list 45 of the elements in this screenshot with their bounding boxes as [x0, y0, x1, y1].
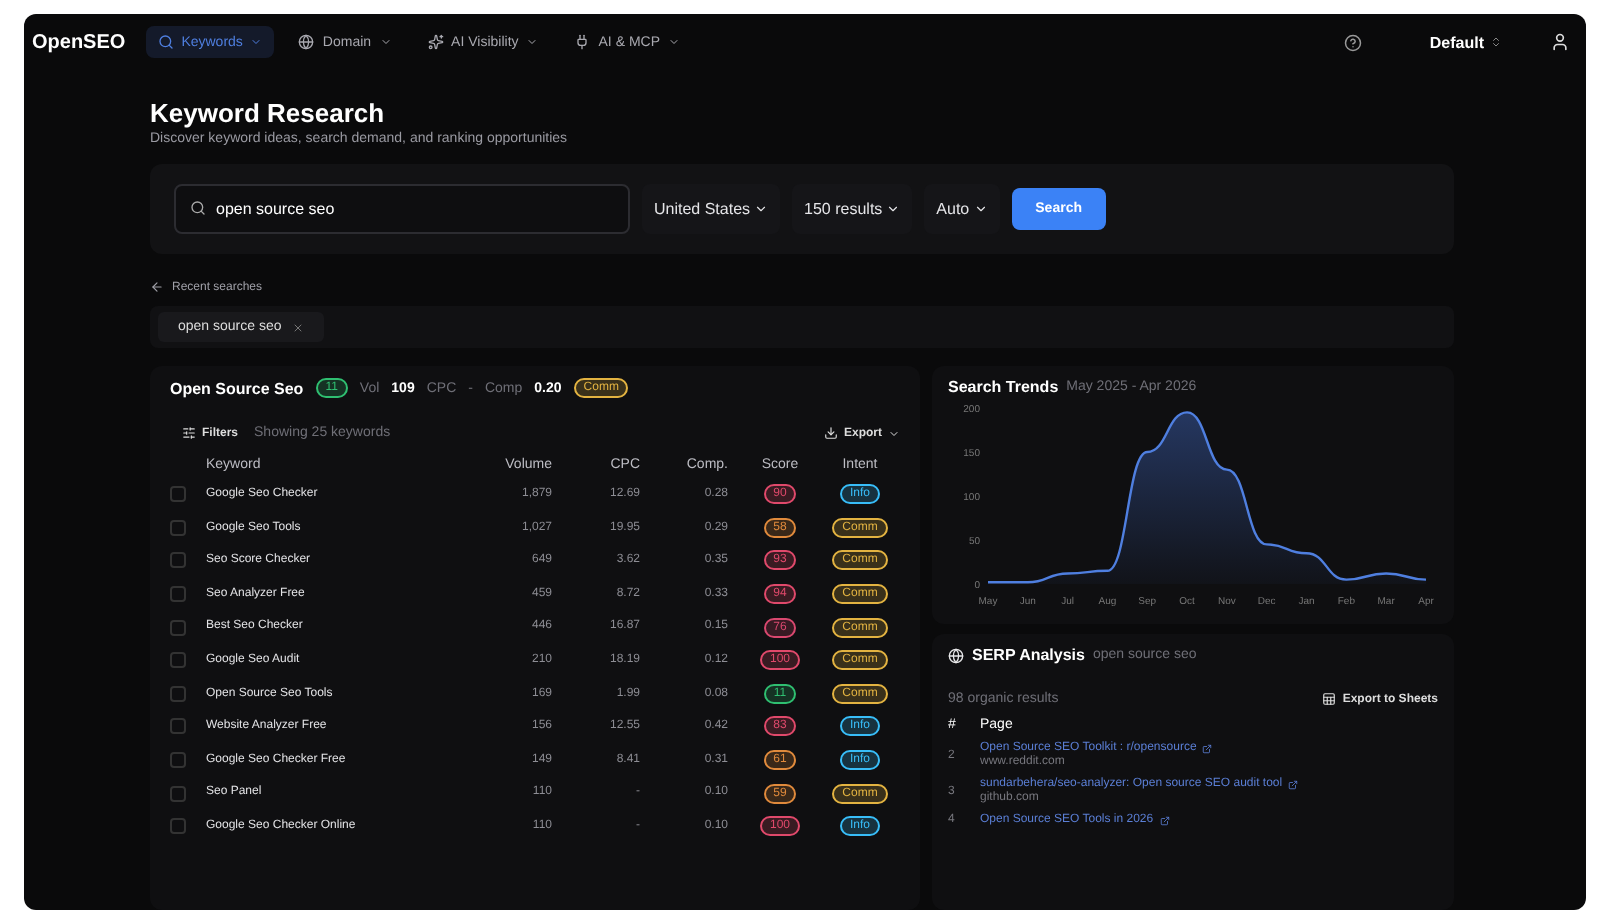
page-title: Keyword Research [150, 98, 387, 128]
sheet-icon [1322, 692, 1337, 706]
plug-icon [574, 34, 591, 50]
caret-icon [886, 202, 901, 216]
keyword-title: Open Source Seo [170, 379, 304, 397]
caret-icon [888, 427, 900, 439]
caret-icon [250, 36, 263, 48]
sparkle-icon [427, 34, 444, 50]
row-checkbox[interactable] [170, 552, 186, 569]
caret-icon [379, 36, 392, 48]
caret-icon [754, 202, 769, 216]
globe-icon [298, 34, 315, 50]
caret-icon [526, 36, 539, 48]
globe-icon [948, 647, 964, 663]
profile-dropdown[interactable]: Default [1417, 31, 1514, 53]
mode-dropdown[interactable]: Auto [924, 184, 1000, 234]
row-checkbox[interactable] [170, 685, 186, 702]
external-link-icon[interactable] [1202, 743, 1213, 753]
row-checkbox[interactable] [170, 519, 186, 536]
serp-title: SERP Analysis [972, 646, 1085, 664]
row-checkbox[interactable] [170, 818, 186, 835]
row-checkbox[interactable] [170, 718, 186, 735]
search-icon [157, 34, 174, 50]
trends-title: Search Trends [948, 378, 1059, 396]
results-dropdown[interactable]: 150 results [792, 184, 913, 234]
external-link-icon[interactable] [1288, 779, 1299, 789]
search-field[interactable]: open source seo [174, 184, 630, 234]
row-checkbox[interactable] [170, 785, 186, 802]
search-icon [190, 200, 206, 216]
row-checkbox[interactable] [170, 586, 186, 603]
back-arrow-icon[interactable] [150, 280, 164, 294]
country-dropdown[interactable]: United States [642, 184, 781, 234]
row-checkbox[interactable] [170, 486, 186, 503]
row-checkbox[interactable] [170, 752, 186, 769]
help-icon[interactable] [1343, 33, 1362, 51]
user-icon[interactable] [1550, 32, 1570, 52]
caret-icon [973, 202, 988, 216]
caret-icon [668, 36, 680, 48]
external-link-icon[interactable] [1159, 815, 1170, 825]
row-checkbox[interactable] [170, 619, 186, 636]
logo: OpenSEO [32, 31, 126, 53]
sliders-icon [182, 426, 196, 440]
download-icon [823, 426, 838, 440]
row-checkbox[interactable] [170, 652, 186, 669]
close-icon[interactable] [291, 321, 304, 333]
